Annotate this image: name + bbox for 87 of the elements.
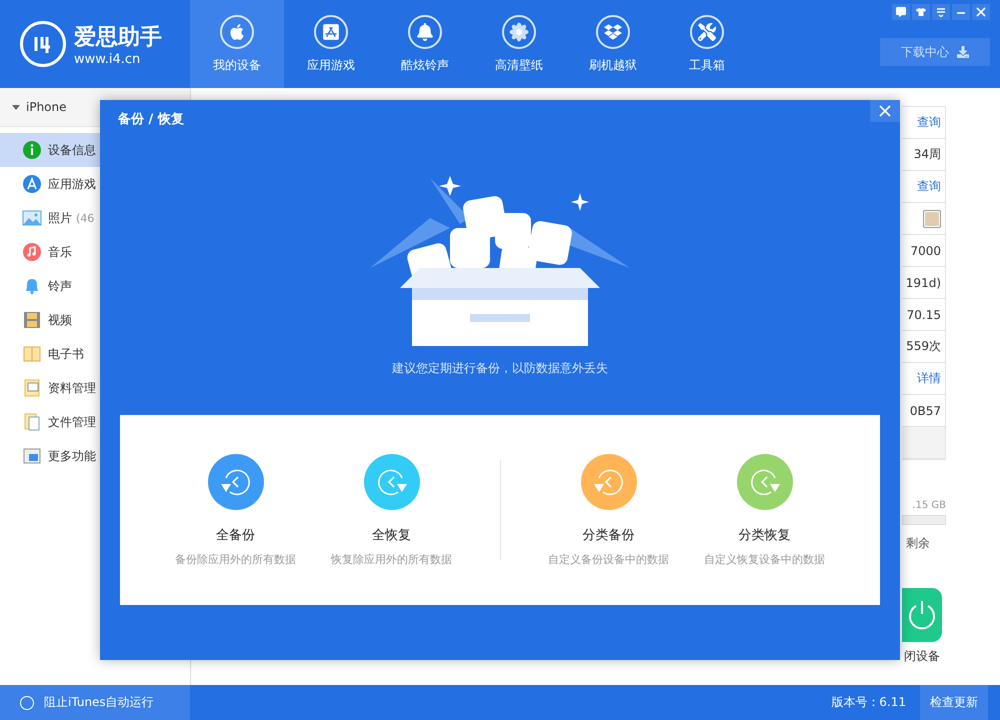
storage-bar <box>902 515 946 525</box>
sidebar-item-label: 音乐 <box>48 244 72 260</box>
sidebar-item-label: 照片 <box>48 210 72 226</box>
sidebar-item-label: 铃声 <box>48 278 72 294</box>
storage-remaining-label: 剩余 <box>906 535 931 552</box>
backup-icon <box>208 454 264 510</box>
backup-option[interactable]: 分类备份 自定义备份设备中的数据 <box>530 454 686 566</box>
info-cell: 191d) <box>902 267 945 299</box>
app-url: www.i4.cn <box>74 52 142 66</box>
nav-tab[interactable]: 我的设备 <box>190 0 284 88</box>
sidebar-item-label: 视频 <box>48 312 72 328</box>
info-link[interactable]: 详情 <box>902 363 945 395</box>
logo-icon <box>20 21 66 67</box>
dialog-caption: 建议您定期进行备份，以防数据意外丢失 <box>392 360 608 377</box>
option-title: 分类备份 <box>582 526 634 544</box>
info-cell: 7000 <box>902 235 945 267</box>
option-description: 自定义备份设备中的数据 <box>548 552 669 566</box>
option-title: 分类恢复 <box>738 526 790 544</box>
info-link[interactable]: 查询 <box>902 171 945 203</box>
nav-tab[interactable]: 刷机越狱 <box>566 0 660 88</box>
sidebar-item[interactable]: 资料管理 <box>0 371 190 405</box>
sidebar-item-label: 电子书 <box>48 346 84 362</box>
info-cell: 70.15 <box>902 299 945 331</box>
device-name: iPhone <box>26 100 67 114</box>
info-link[interactable]: 查询 <box>902 107 945 139</box>
option-title: 全恢复 <box>372 526 411 544</box>
sidebar-item[interactable]: 音乐 <box>0 235 190 269</box>
apple-icon <box>228 22 246 40</box>
box-icon <box>604 22 622 40</box>
contact-card-icon <box>22 378 42 398</box>
book-icon <box>22 344 42 364</box>
backup-icon <box>580 454 636 510</box>
sidebar-item[interactable]: 照片 (46 <box>0 201 190 235</box>
grid-window-icon <box>22 446 42 466</box>
shirt-icon[interactable] <box>912 4 930 20</box>
close-icon <box>879 105 891 117</box>
film-icon <box>22 310 42 330</box>
toggle-label: 阻止iTunes自动运行 <box>44 694 154 711</box>
version-label: 版本号：6.11 <box>831 694 906 711</box>
bell-icon <box>416 22 434 40</box>
info-icon <box>22 140 42 160</box>
tools-icon <box>698 22 716 40</box>
menu-icon[interactable] <box>932 4 950 20</box>
app-name: 爱思助手 <box>74 24 162 52</box>
sidebar-item-label: 设备信息 <box>48 142 96 158</box>
flower-icon <box>509 22 529 42</box>
music-note-icon <box>22 242 42 262</box>
backup-option[interactable]: 全恢复 恢复除应用外的所有数据 <box>314 454 470 566</box>
sidebar-item[interactable]: 文件管理 <box>0 405 190 439</box>
restore-icon <box>364 454 420 510</box>
sidebar-item[interactable]: 视频 <box>0 303 190 337</box>
restore-icon <box>736 454 792 510</box>
power-label: 闭设备 <box>904 648 941 665</box>
sidebar-item-label: 资料管理 <box>48 380 96 396</box>
backup-option[interactable]: 分类恢复 自定义恢复设备中的数据 <box>686 454 842 566</box>
download-icon <box>957 46 969 58</box>
option-title: 全备份 <box>216 526 255 544</box>
close-icon[interactable] <box>972 4 990 20</box>
color-swatch[interactable] <box>923 210 941 228</box>
feedback-icon[interactable] <box>892 4 910 20</box>
image-icon <box>22 208 42 228</box>
documents-icon <box>22 412 42 432</box>
sidebar-item-label: 更多功能 <box>48 448 96 464</box>
minimize-icon[interactable] <box>952 4 970 20</box>
itunes-toggle[interactable]: 阻止iTunes自动运行 <box>0 685 190 720</box>
sidebar-item[interactable]: 应用游戏 <box>0 167 190 201</box>
info-cell: 559次 <box>902 331 945 363</box>
sidebar-item[interactable]: 电子书 <box>0 337 190 371</box>
dialog-title: 备份 / 恢复 <box>118 111 184 128</box>
nav-tab[interactable]: 酷炫铃声 <box>378 0 472 88</box>
item-count: (46 <box>76 212 94 224</box>
sidebar-item-label: 应用游戏 <box>48 176 96 192</box>
power-button[interactable] <box>902 588 942 642</box>
option-description: 恢复除应用外的所有数据 <box>331 552 452 566</box>
app-store-icon <box>322 22 340 40</box>
nav-tab[interactable]: 工具箱 <box>660 0 754 88</box>
nav-tab[interactable]: 应用游戏 <box>284 0 378 88</box>
sidebar-item-label: 文件管理 <box>48 414 96 430</box>
close-button[interactable] <box>870 100 900 122</box>
nav-tab[interactable]: 高清壁纸 <box>472 0 566 88</box>
check-update-button[interactable]: 检查更新 <box>920 685 988 720</box>
sidebar-item[interactable]: 铃声 <box>0 269 190 303</box>
app-store-icon <box>22 174 42 194</box>
info-cell: 34周 <box>902 139 945 171</box>
option-description: 自定义恢复设备中的数据 <box>704 552 825 566</box>
option-description: 备份除应用外的所有数据 <box>175 552 296 566</box>
storage-capacity: .15 GB <box>912 500 946 511</box>
